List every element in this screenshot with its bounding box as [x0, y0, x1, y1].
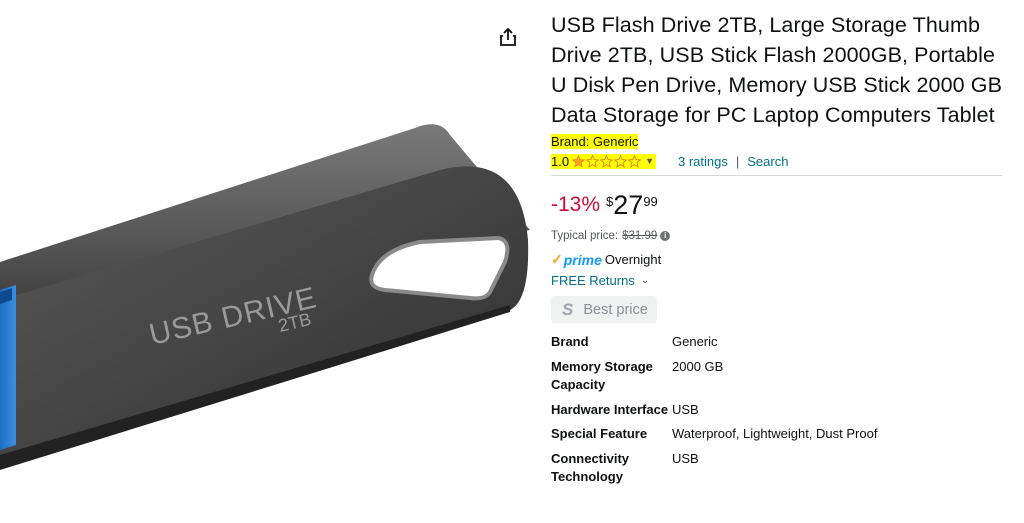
spec-key: Memory Storage Capacity [551, 358, 653, 393]
star-filled-icon [572, 154, 586, 168]
rating-summary[interactable]: 1.0 ▼ [551, 153, 656, 169]
spec-row: Connectivity Technology USB [551, 450, 877, 487]
star-empty-icon [628, 154, 642, 168]
brand-link[interactable]: Brand: Generic [551, 134, 1011, 149]
prime-delivery-text: Overnight [604, 252, 662, 267]
prime-delivery: ✓ prime Overnight [551, 251, 1011, 268]
rating-row: 1.0 ▼ 3 ratings | Search [551, 151, 1002, 176]
spec-row: Memory Storage Capacity 2000 GB [551, 358, 877, 395]
free-returns-label[interactable]: FREE Returns [551, 273, 635, 288]
best-price-s-icon: S [562, 299, 574, 319]
ratings-count-link[interactable]: 3 ratings [678, 154, 728, 169]
price-currency: $ [606, 194, 614, 209]
price-whole: 27 [613, 190, 644, 220]
product-title: USB Flash Drive 2TB, Large Storage Thumb… [551, 13, 1003, 127]
specs-table: Brand Generic Memory Storage Capacity 20… [551, 333, 877, 487]
chevron-down-icon[interactable]: ▼ [645, 156, 654, 166]
spec-key: Connectivity Technology [551, 450, 630, 485]
share-icon[interactable] [497, 26, 519, 48]
discount-percent: -13% [551, 193, 601, 216]
product-details: USB Flash Drive 2TB, Large Storage Thumb… [551, 10, 1011, 487]
star-empty-icon [600, 154, 614, 168]
typical-price-value: $31.99 [622, 230, 658, 242]
spec-key: Hardware Interface [551, 401, 669, 417]
spec-value: Waterproof, Lightweight, Dust Proof [672, 426, 878, 441]
spec-value: Generic [672, 334, 718, 349]
chevron-down-icon[interactable]: ⌄ [641, 275, 649, 286]
prime-word: prime [563, 251, 602, 268]
typical-price-label: Typical price: [551, 230, 619, 242]
spec-value: USB [672, 401, 699, 417]
spec-key: Special Feature [551, 426, 648, 441]
best-price-label: Best price [583, 301, 648, 318]
best-price-badge[interactable]: S Best price [551, 296, 657, 323]
info-icon[interactable]: i [660, 231, 671, 241]
search-link[interactable]: Search [747, 154, 788, 169]
spec-row: Brand Generic [551, 333, 877, 352]
spec-value: 2000 GB [672, 358, 724, 374]
spec-row: Special Feature Waterproof, Lightweight,… [551, 425, 877, 444]
brand-label[interactable]: Brand: Generic [551, 134, 639, 149]
product-image[interactable]: USB DRIVE 2TB [0, 0, 535, 523]
price-fraction: 99 [643, 194, 658, 209]
rating-value: 1.0 [551, 153, 570, 169]
star-empty-icon [586, 154, 600, 168]
price-block: -13% $ 27 99 [551, 190, 1011, 222]
spec-value: USB [672, 450, 699, 466]
typical-price: Typical price: $31.99 i [551, 230, 1011, 242]
star-rating[interactable] [572, 154, 642, 168]
rating-separator: | [735, 153, 740, 169]
star-empty-icon [614, 154, 628, 168]
spec-row: Hardware Interface USB [551, 401, 877, 420]
free-returns-link[interactable]: FREE Returns ⌄ [551, 273, 1011, 288]
prime-logo-icon: ✓ prime [551, 251, 602, 268]
spec-key: Brand [551, 334, 589, 349]
